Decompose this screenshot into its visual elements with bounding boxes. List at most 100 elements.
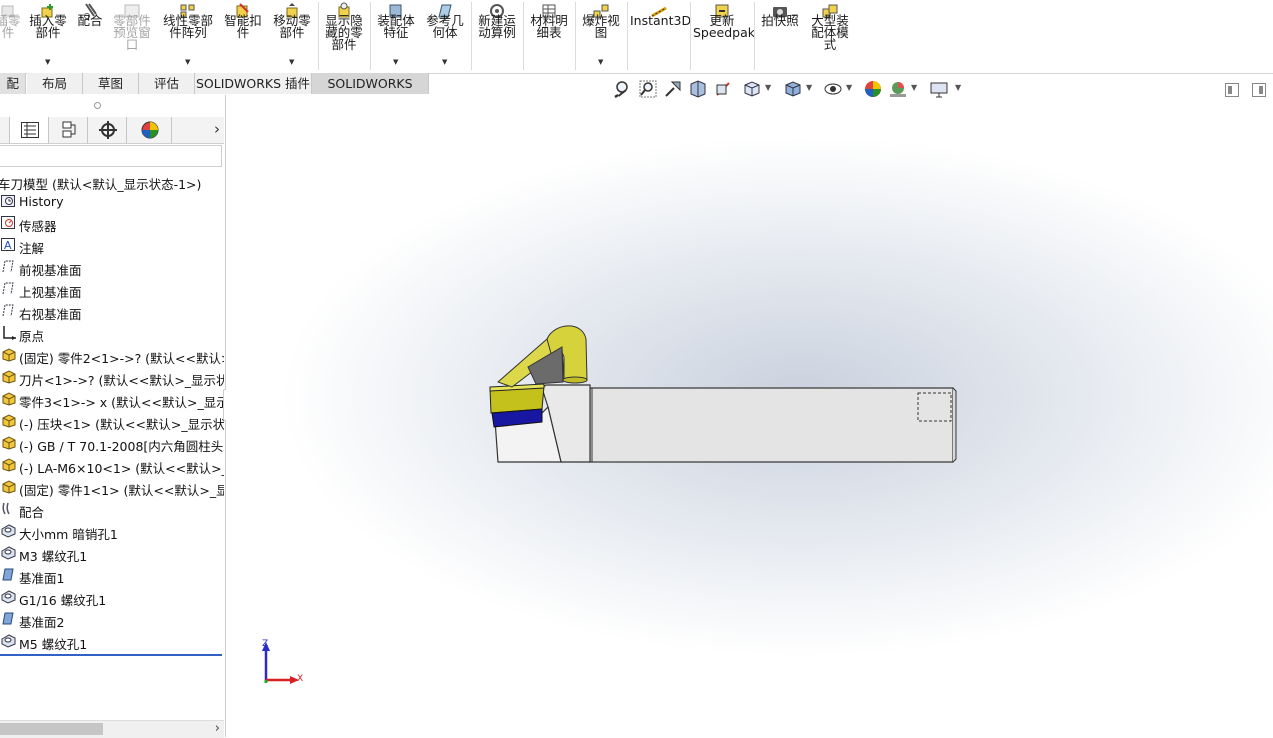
edit-appearance-icon[interactable] [864,80,882,98]
tree-item-history[interactable]: History [0,190,224,212]
chevron-down-icon[interactable]: ▼ [598,58,603,66]
tree-item-right-plane[interactable]: 右视基准面 [0,300,224,322]
chevron-down-icon[interactable]: ▼ [442,58,447,66]
tool-holder-body[interactable] [589,387,957,463]
tree-item-sensors[interactable]: 传感器 [0,212,224,234]
tree-item-origin[interactable]: 原点 [0,322,224,344]
zoom-area-icon[interactable] [639,80,657,98]
part-icon [2,348,16,362]
tree-item-top-plane[interactable]: 上视基准面 [0,278,224,300]
tree-item-front-plane[interactable]: 前视基准面 [0,256,224,278]
tree-item-part3[interactable]: 零件3<1>-> x (默认<<默认>_显示状 [0,388,224,410]
triad-x-label: X [297,674,304,684]
tab-solidworks-mbd[interactable]: SOLIDWORKS MBD [312,73,429,112]
tree-item-part1[interactable]: (固定) 零件1<1> (默认<<默认>_显示 [0,476,224,498]
ribbon-separator [575,2,576,70]
assembly-feature-button[interactable]: 装配体 特征 ▼ [374,0,418,72]
reference-geometry-button[interactable]: 参考几 何体 ▼ [423,0,467,72]
part-icon [2,370,16,384]
tree-item-la-m6[interactable]: (-) LA-M6×10<1> (默认<<默认>_显 [0,454,224,476]
dynamic-annotation-icon[interactable] [714,80,732,98]
tree-item-annotations[interactable]: A 注解 [0,234,224,256]
tree-item-clamp[interactable]: (-) 压块<1> (默认<<默认>_显示状态 [0,410,224,432]
zoom-to-fit-icon[interactable] [614,80,632,98]
tab-solidworks-addins[interactable]: SOLIDWORKS 插件 [195,73,312,94]
tab-display-manager[interactable] [127,117,172,143]
hide-show-icon[interactable] [824,80,842,98]
svg-text:A: A [4,239,12,252]
tree-item-ref-plane1[interactable]: 基准面1 [0,564,224,586]
chevron-down-icon[interactable]: ▼ [185,58,190,66]
exploded-view-button[interactable]: 爆炸视 图 ▼ [579,0,623,72]
restore-pane-icon[interactable] [1225,83,1239,97]
tab-feature-manager[interactable] [0,117,10,143]
model-canvas[interactable] [226,95,1273,737]
plane-icon [2,282,14,295]
horizontal-scrollbar[interactable]: › [0,720,224,738]
view-settings-icon[interactable] [930,80,948,98]
tree-item-g116-thread-hole[interactable]: G1/16 螺纹孔1 [0,586,224,608]
view-settings-dropdown-icon[interactable]: ▼ [955,83,961,92]
tab-layout[interactable]: 布局 [27,73,83,94]
insert-part-button[interactable]: 插入零 部件 ▼ [26,0,70,72]
apply-scene-dropdown-icon[interactable]: ▼ [911,83,917,92]
large-assembly-mode-button[interactable]: 大型装 配体模 式 [806,0,854,72]
tab-property-manager[interactable] [10,117,49,143]
hide-show-dropdown-icon[interactable]: ▼ [846,83,852,92]
display-style-dropdown-icon[interactable]: ▼ [806,83,812,92]
part-icon [2,436,16,450]
ribbon-separator [627,2,628,70]
view-orientation-icon[interactable] [743,80,761,98]
tree-item-mates[interactable]: 配合 [0,498,224,520]
section-view-icon[interactable] [689,80,707,98]
mate-button[interactable]: 配合 [74,0,106,72]
move-component-button[interactable]: 移动零 部件 ▼ [270,0,314,72]
tree-item-ref-plane2[interactable]: 基准面2 [0,608,224,630]
previous-view-icon[interactable] [664,80,682,98]
smart-fastener-button[interactable]: 智能扣 件 [221,0,265,72]
scrollbar-thumb[interactable] [0,723,103,735]
graphics-area[interactable]: Z X [226,95,1273,737]
command-manager-tabs: 配体 布局 草图 评估 SOLIDWORKS 插件 SOLIDWORKS MBD [0,73,429,112]
chevron-down-icon[interactable]: ▼ [45,58,50,66]
tree-item-socket-screw[interactable]: (-) GB / T 70.1-2008[内六角圆柱头螺 [0,432,224,454]
view-orientation-dropdown-icon[interactable]: ▼ [765,83,771,92]
clamp-block[interactable] [489,383,545,414]
tab-dimxpert-manager[interactable] [88,117,127,143]
ribbon-separator [523,2,524,70]
tab-evaluate[interactable]: 评估 [139,73,195,94]
tab-sketch[interactable]: 草图 [83,73,139,94]
ribbon-separator [318,2,319,70]
display-style-icon[interactable] [784,80,802,98]
tree-filter-input[interactable] [0,145,222,167]
task-pane-toggle-icon[interactable] [1252,83,1266,97]
panel-grip-handle[interactable] [94,102,101,109]
tree-item-part2[interactable]: (固定) 零件2<1>->? (默认<<默认>_显 [0,344,224,366]
tree-item-m5-thread-hole[interactable]: M5 螺纹孔1 [0,630,224,652]
tab-assembly[interactable]: 配体 [0,73,26,112]
tree-item-insert-blade[interactable]: 刀片<1>->? (默认<<默认>_显示状态 [0,366,224,388]
chevron-right-icon[interactable]: › [214,120,220,138]
rollback-bar[interactable] [0,654,222,656]
new-motion-study-button[interactable]: 新建运 动算例 [474,0,520,72]
preview-window-button[interactable]: 零部件 预览窗 口 [110,0,154,72]
bom-button[interactable]: 材料明 细表 [526,0,572,72]
coolant-nozzle[interactable] [497,325,588,388]
crosshair-icon [99,121,117,139]
chevron-down-icon[interactable]: ▼ [289,58,294,66]
tab-configuration-manager[interactable] [49,117,88,143]
insert-component-button[interactable]: 插零 件 [0,0,24,72]
scroll-right-arrow-icon[interactable]: › [215,721,220,736]
chevron-down-icon[interactable]: ▼ [393,58,398,66]
tree-item-dowel-hole[interactable]: 大小mm 暗销孔1 [0,520,224,542]
hole-icon [1,546,16,560]
update-speedpak-button[interactable]: 更新 Speedpak [693,0,755,72]
linear-pattern-button[interactable]: 线性零部 件阵列 ▼ [160,0,216,72]
take-snapshot-button[interactable]: 拍快照 [757,0,803,72]
show-hidden-components-button[interactable]: 显示隐 藏的零 部件 [321,0,367,72]
appearance-sphere-icon [141,121,159,139]
apply-scene-icon[interactable] [889,80,907,98]
property-list-icon [21,122,39,138]
instant3d-button[interactable]: Instant3D [630,0,691,72]
tree-item-m3-thread-hole[interactable]: M3 螺纹孔1 [0,542,224,564]
